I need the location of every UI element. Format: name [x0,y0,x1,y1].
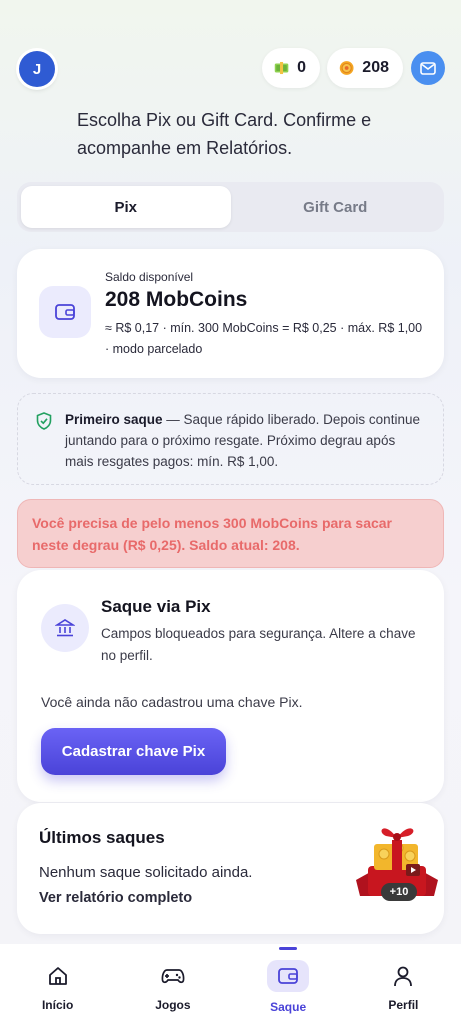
nav-label-inicio: Início [41,998,74,1012]
shield-check-icon [36,412,52,430]
pix-description: Campos bloqueados para segurança. Altere… [101,626,416,663]
balance-value: 208 MobCoins [105,288,248,311]
pix-title: Saque via Pix [101,597,211,616]
cash-balance-pill[interactable]: 0 [262,48,320,88]
nav-item-jogos[interactable]: Jogos [115,944,230,1024]
avatar[interactable]: J [19,51,55,87]
nav-label-perfil: Perfil [388,998,419,1012]
coin-icon [339,61,354,75]
mail-icon [420,61,436,75]
user-icon [394,966,413,987]
bottom-nav: Início Jogos Saque Perfil [0,944,461,1024]
bank-icon-box [41,604,89,652]
mail-button[interactable] [411,51,445,85]
money-icon [274,61,289,75]
gamepad-icon [161,969,185,984]
balance-card: Saldo disponível 208 MobCoins ≈ R$ 0,17 … [17,249,444,378]
last-withdrawals-empty: Nenhum saque solicitado ainda. [39,864,253,881]
nav-label-saque: Saque [270,1000,307,1014]
reward-badge: +10 [381,883,417,901]
wallet-icon-box [39,286,91,338]
first-withdraw-notice: Primeiro saque — Saque rápido liberado. … [17,393,444,485]
pix-empty-message: Você ainda não cadastrou uma chave Pix. [41,694,303,710]
withdraw-method-tabs: Pix Gift Card [17,182,444,232]
notice-title: Primeiro saque [65,412,163,427]
tab-pix[interactable]: Pix [21,186,231,228]
nav-item-perfil[interactable]: Perfil [346,944,461,1024]
insufficient-balance-alert: Você precisa de pelo menos 300 MobCoins … [17,499,444,568]
register-pix-key-button[interactable]: Cadastrar chave Pix [41,728,226,775]
active-tab-indicator [279,947,298,950]
wallet-icon [55,304,75,320]
intro-text: Escolha Pix ou Gift Card. Confirme e aco… [77,110,372,158]
full-report-link[interactable]: Ver relatório completo [39,890,192,906]
nav-item-saque[interactable]: Saque [231,944,346,1024]
pix-withdraw-card: Saque via Pix Campos bloqueados para seg… [17,570,444,802]
last-withdrawals-title: Últimos saques [39,828,165,847]
balance-label: Saldo disponível [105,270,194,284]
notice-text: Primeiro saque — Saque rápido liberado. … [65,409,425,472]
bank-icon [55,619,75,637]
wallet-icon [278,968,299,984]
home-icon [48,967,67,985]
coin-balance-pill[interactable]: 208 [327,48,403,88]
cash-count: 0 [297,59,306,76]
nav-label-jogos: Jogos [155,998,191,1012]
tab-gift-card[interactable]: Gift Card [231,186,441,228]
balance-details: ≈ R$ 0,17 · mín. 300 MobCoins = R$ 0,25 … [105,321,423,356]
nav-item-inicio[interactable]: Início [0,944,115,1024]
coin-count: 208 [362,59,389,76]
top-bar: J 0 208 [0,0,461,100]
